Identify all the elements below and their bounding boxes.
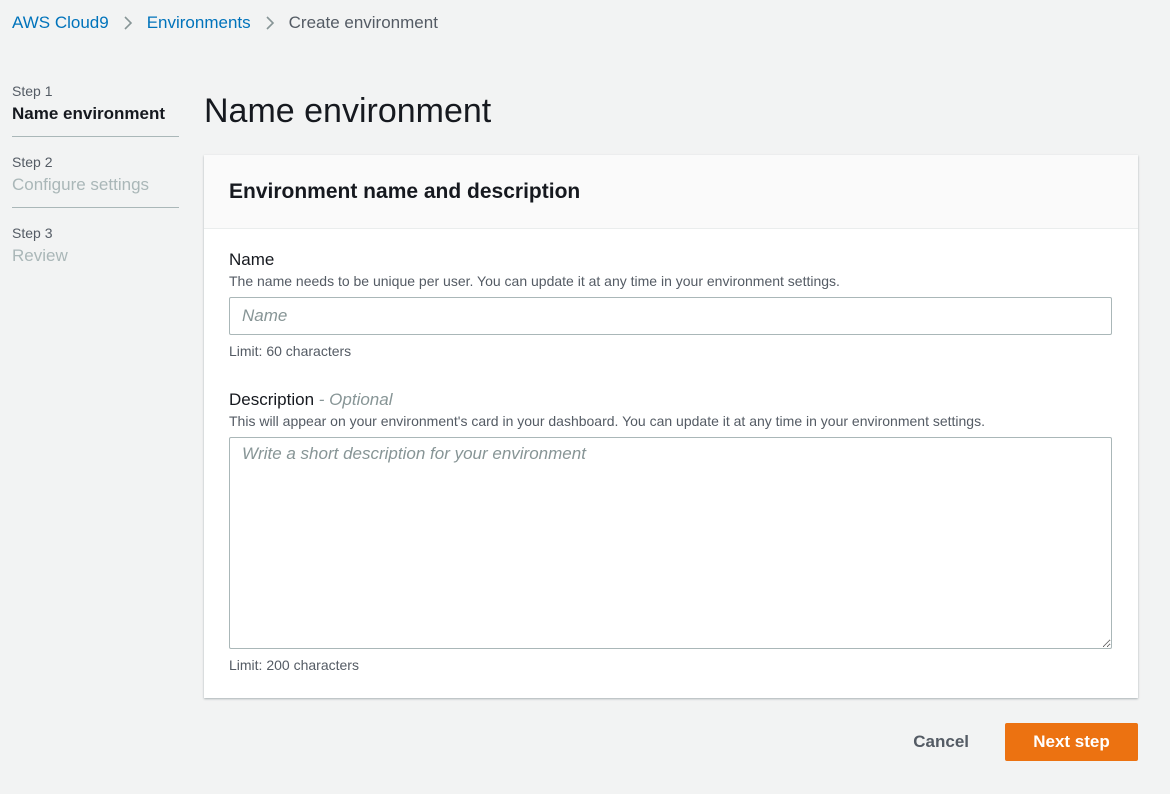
panel-header: Environment name and description — [204, 155, 1138, 229]
step-configure-settings: Step 2 Configure settings — [12, 151, 179, 208]
chevron-right-icon — [265, 15, 275, 31]
step-title: Review — [12, 246, 68, 265]
description-label-row: Description - Optional — [229, 389, 1113, 411]
wizard-actions: Cancel Next step — [913, 723, 1138, 761]
step-name-environment: Step 1 Name environment — [12, 80, 179, 137]
description-limit: Limit: 200 characters — [229, 657, 359, 673]
wizard-steps: Step 1 Name environment Step 2 Configure… — [12, 80, 179, 292]
chevron-right-icon — [123, 15, 133, 31]
breadcrumb-environments[interactable]: Environments — [147, 13, 251, 33]
description-label: Description — [229, 390, 315, 409]
description-field-group: Description - Optional This will appear … — [229, 389, 1113, 675]
optional-tag: - Optional — [318, 390, 393, 409]
name-label: Name — [229, 250, 275, 269]
description-help: This will appear on your environment's c… — [229, 413, 985, 429]
name-input[interactable] — [229, 297, 1112, 335]
panel-title: Environment name and description — [229, 179, 581, 203]
description-textarea[interactable] — [229, 437, 1112, 649]
step-title: Name environment — [12, 104, 166, 123]
panel-body: Name The name needs to be unique per use… — [204, 229, 1138, 675]
breadcrumb-aws-cloud9[interactable]: AWS Cloud9 — [12, 13, 109, 33]
name-limit: Limit: 60 characters — [229, 343, 352, 359]
page-title: Name environment — [204, 92, 492, 130]
step-review: Step 3 Review — [12, 222, 179, 278]
name-field-group: Name The name needs to be unique per use… — [229, 249, 1113, 361]
next-step-button[interactable]: Next step — [1005, 723, 1138, 761]
breadcrumb: AWS Cloud9 Environments Create environme… — [12, 10, 438, 36]
step-number: Step 3 — [12, 225, 53, 241]
name-description: The name needs to be unique per user. Yo… — [229, 273, 840, 289]
breadcrumb-current: Create environment — [288, 13, 438, 32]
step-title: Configure settings — [12, 175, 150, 194]
step-number: Step 2 — [12, 154, 53, 170]
cancel-button[interactable]: Cancel — [913, 724, 969, 760]
environment-name-panel: Environment name and description Name Th… — [204, 155, 1138, 698]
step-number: Step 1 — [12, 83, 53, 99]
